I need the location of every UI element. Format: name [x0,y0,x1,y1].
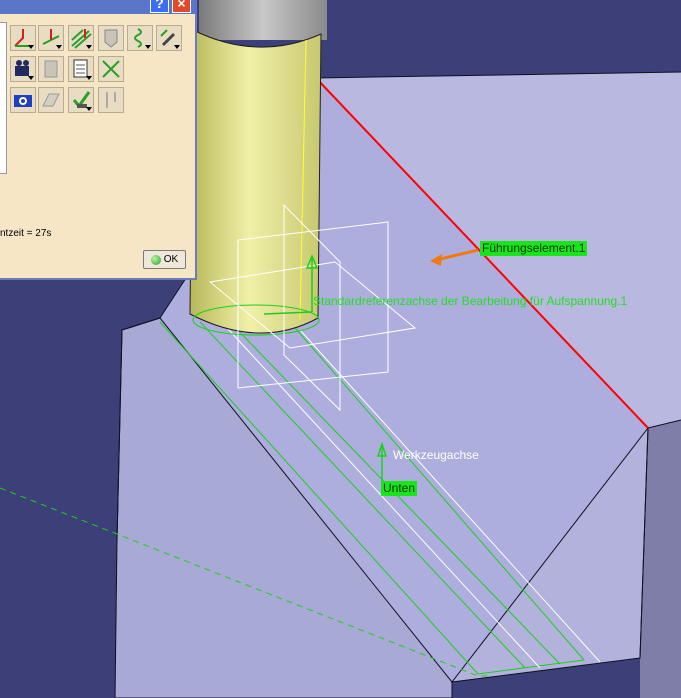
camera-icon [14,95,32,107]
toolbar-button-4[interactable] [98,25,124,51]
help-button[interactable]: ? [150,0,169,13]
toolbar-button-11[interactable] [10,87,36,113]
analysis-icon [102,60,120,78]
tool-cylinder [189,29,322,334]
toolbar-button-10[interactable] [98,56,124,82]
surface-grey-icon [42,93,60,107]
toolbar-button-9[interactable] [68,56,94,82]
tool-grey-icon [44,60,58,78]
toolbar-button-14[interactable] [98,87,124,113]
tool-change-icon [106,92,116,108]
bottom-label[interactable]: Unten [381,481,418,496]
toolbar-button-7[interactable] [10,56,36,82]
machining-time-text: ntzeit = 27s [0,228,52,239]
shield-grey-icon [104,29,118,48]
reference-axis-label[interactable]: Standardreferenzachse der Bearbeitung fü… [313,294,627,308]
tool-axis-label[interactable]: Werkzeugachse [393,448,479,462]
tree-list-edge[interactable] [0,22,7,174]
guide-element-label[interactable]: Führungselement.1 [480,241,588,256]
ok-button[interactable]: OK [143,250,186,269]
close-button[interactable]: × [172,0,191,13]
toolbar-button-1[interactable] [10,25,36,51]
toolbar-button-5[interactable] [127,25,153,51]
operation-dialog: ? × ntzeit = 27s OK [0,0,197,280]
toolbar-button-2[interactable] [38,25,64,51]
toolbar-button-12[interactable] [38,87,64,113]
ok-green-icon [150,254,161,265]
toolbar-button-13[interactable] [68,87,94,113]
ok-label: OK [163,254,179,265]
toolbar-button-3[interactable] [68,25,94,51]
toolbar-button-6[interactable] [156,25,182,51]
toolbar-button-8[interactable] [38,56,64,82]
tool-holder [199,0,327,40]
